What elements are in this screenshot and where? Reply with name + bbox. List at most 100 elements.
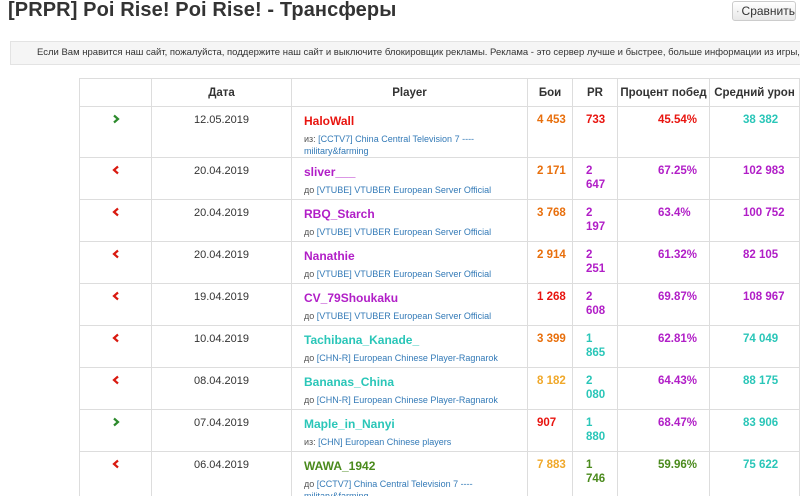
pr-value: 1 865	[572, 325, 618, 368]
transfer-date: 19.04.2019	[151, 283, 292, 326]
winrate-value: 59.96%	[617, 451, 710, 496]
transfer-date: 06.04.2019	[151, 451, 292, 496]
column-header-winrate[interactable]: Процент побед	[617, 78, 710, 107]
chevron-left-icon	[111, 291, 119, 301]
player-name-link[interactable]: Tachibana_Kanade_	[304, 333, 527, 347]
table-row: 20.04.2019 RBQ_Starch до [VTUBE] VTUBER Eu…	[79, 199, 800, 242]
clan-link[interactable]: [VTUBE] VTUBER European Server Official	[317, 185, 491, 195]
scale-icon	[737, 10, 739, 12]
player-name-link[interactable]: CV_79Shoukaku	[304, 291, 527, 305]
column-header-battles[interactable]: Бои	[527, 78, 573, 107]
transfers-table: Дата Player Бои PR Процент побед Средний…	[79, 78, 800, 496]
pr-value-part: 1	[586, 459, 593, 471]
player-name-link[interactable]: Nanathie	[304, 249, 527, 263]
transfer-date: 20.04.2019	[151, 157, 292, 200]
clan-link[interactable]: [CCTV7] China Central Television 7 ---- …	[304, 479, 473, 496]
column-header-date[interactable]: Дата	[151, 78, 292, 107]
player-name-link[interactable]: RBQ_Starch	[304, 207, 527, 221]
player-cell: HaloWall из: [CCTV7] China Central Televi…	[291, 106, 528, 158]
clan-link[interactable]: [VTUBE] VTUBER European Server Official	[317, 269, 491, 279]
clan-link[interactable]: [CCTV7] China Central Television 7 ---- …	[304, 134, 474, 156]
pr-value-part: 746	[586, 473, 606, 485]
player-name-link[interactable]: sliver___	[304, 165, 527, 179]
clan-prefix: до	[304, 395, 315, 405]
column-header-avg-damage[interactable]: Средний урон	[709, 78, 800, 107]
transfer-direction-cell	[79, 283, 152, 326]
clan-link[interactable]: [CHN-R] European Chinese Player-Ragnarok	[317, 353, 498, 363]
battles-count: 7 883	[527, 451, 573, 496]
table-body: 12.05.2019 HaloWall из: [CCTV7] China Cent…	[79, 106, 800, 496]
clan-line: до [VTUBE] VTUBER European Server Offici…	[304, 184, 527, 196]
pr-value-part: 251	[586, 263, 606, 275]
player-cell: Bananas_China до [CHN-R] European Chinese…	[291, 367, 528, 410]
avg-damage-value: 102 983	[709, 157, 800, 200]
clan-prefix: до	[304, 227, 315, 237]
pr-value-part: 080	[586, 389, 606, 401]
page-title: [PRPR] Poi Rise! Poi Rise! - Трансферы	[8, 0, 397, 21]
clan-prefix: до	[304, 311, 315, 321]
avg-damage-value: 83 906	[709, 409, 800, 452]
chevron-left-icon	[111, 375, 119, 385]
pr-value-part: 2	[586, 249, 593, 261]
pr-value-part: 880	[586, 431, 606, 443]
clan-prefix: до	[304, 185, 315, 195]
player-cell: Nanathie до [VTUBE] VTUBER European Serve…	[291, 241, 528, 284]
clan-link[interactable]: [CHN-R] European Chinese Player-Ragnarok	[317, 395, 498, 405]
player-name-link[interactable]: Bananas_China	[304, 375, 527, 389]
clan-prefix: до	[304, 269, 315, 279]
clan-prefix: до	[304, 479, 315, 489]
player-name-link[interactable]: HaloWall	[304, 114, 527, 128]
pr-value: 2 080	[572, 367, 618, 410]
transfer-date: 08.04.2019	[151, 367, 292, 410]
clan-link[interactable]: [VTUBE] VTUBER European Server Official	[317, 227, 491, 237]
clan-prefix: из:	[304, 437, 316, 447]
column-header-pr[interactable]: PR	[572, 78, 618, 107]
player-cell: CV_79Shoukaku до [VTUBE] VTUBER European …	[291, 283, 528, 326]
battles-count: 907	[527, 409, 573, 452]
clan-line: до [CHN-R] European Chinese Player-Ragna…	[304, 352, 527, 364]
clan-line: из: [CCTV7] China Central Television 7 -…	[304, 133, 527, 157]
transfer-date: 10.04.2019	[151, 325, 292, 368]
battles-count: 3 768	[527, 199, 573, 242]
avg-damage-value: 38 382	[709, 106, 800, 158]
winrate-value: 69.87%	[617, 283, 710, 326]
pr-value: 2 608	[572, 283, 618, 326]
pr-value: 1 746	[572, 451, 618, 496]
chevron-left-icon	[111, 207, 119, 217]
winrate-value: 68.47%	[617, 409, 710, 452]
pr-value-part: 2	[586, 207, 593, 219]
winrate-value: 62.81%	[617, 325, 710, 368]
clan-prefix: до	[304, 353, 315, 363]
clan-link[interactable]: [CHN] European Chinese players	[318, 437, 451, 447]
winrate-value: 61.32%	[617, 241, 710, 284]
winrate-value: 45.54%	[617, 106, 710, 158]
transfer-direction-cell	[79, 106, 152, 158]
clan-link[interactable]: [VTUBE] VTUBER European Server Official	[317, 311, 491, 321]
pr-value: 1 880	[572, 409, 618, 452]
winrate-value: 63.4%	[617, 199, 710, 242]
pr-value-part: 647	[586, 179, 606, 191]
transfer-direction-cell	[79, 451, 152, 496]
pr-value-part: 1	[586, 333, 593, 345]
table-row: 08.04.2019 Bananas_China до [CHN-R] Europe…	[79, 367, 800, 410]
clan-line: до [CHN-R] European Chinese Player-Ragna…	[304, 394, 527, 406]
chevron-left-icon	[111, 249, 119, 259]
chevron-left-icon	[111, 459, 119, 469]
compare-button[interactable]: Сравнить	[732, 1, 796, 21]
player-cell: WAWA_1942 до [CCTV7] China Central Televi…	[291, 451, 528, 496]
battles-count: 3 399	[527, 325, 573, 368]
player-name-link[interactable]: WAWA_1942	[304, 459, 527, 473]
table-row: 10.04.2019 Tachibana_Kanade_ до [CHN-R] Eu…	[79, 325, 800, 368]
avg-damage-value: 100 752	[709, 199, 800, 242]
clan-line: из: [CHN] European Chinese players	[304, 436, 527, 448]
clan-line: до [VTUBE] VTUBER European Server Offici…	[304, 226, 527, 238]
table-row: 07.04.2019 Maple_in_Nanyi из: [CHN] Europe…	[79, 409, 800, 452]
page-header: [PRPR] Poi Rise! Poi Rise! - Трансферы С…	[0, 0, 800, 34]
battles-count: 8 182	[527, 367, 573, 410]
ad-notice: Если Вам нравится наш сайт, пожалуйста, …	[10, 41, 800, 65]
player-name-link[interactable]: Maple_in_Nanyi	[304, 417, 527, 431]
transfers-table-wrap: Дата Player Бои PR Процент побед Средний…	[79, 78, 800, 496]
transfer-date: 20.04.2019	[151, 199, 292, 242]
column-header-player[interactable]: Player	[291, 78, 528, 107]
transfer-direction-cell	[79, 157, 152, 200]
